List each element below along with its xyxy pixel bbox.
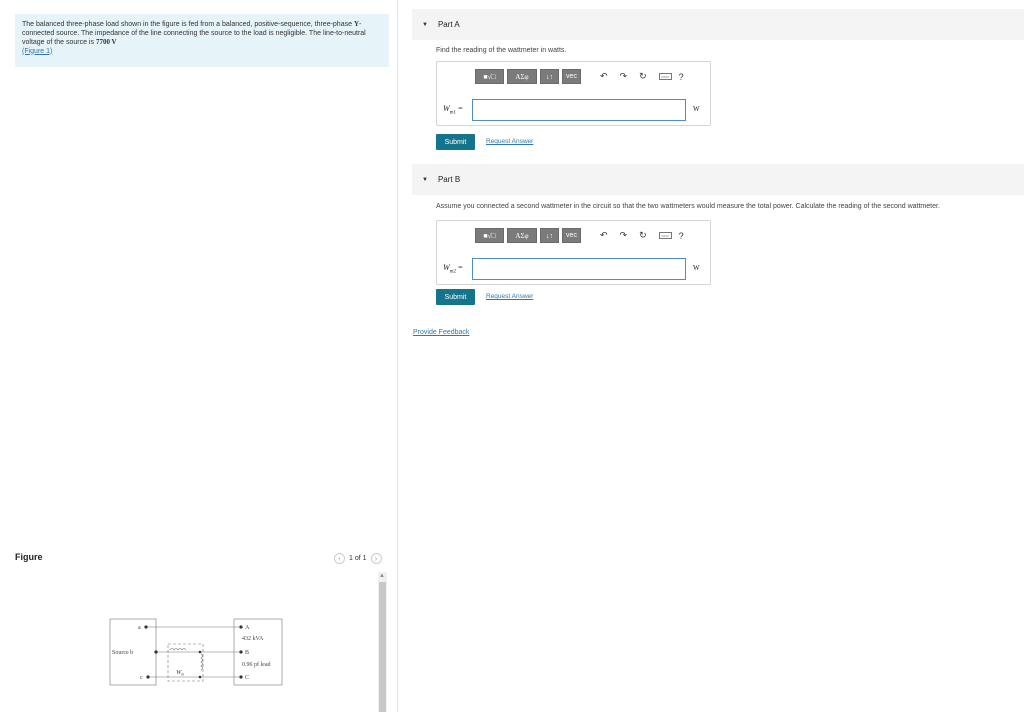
math-toolbar: ■√□ ΑΣφ ↓↑ vec ↶ ↷ ↻ ▭▭ ? <box>475 69 684 84</box>
undo-icon[interactable]: ↶ <box>600 71 608 82</box>
figure-pager: ‹ 1 of 1 › <box>334 553 382 564</box>
circuit-diagram: a Source b c A 432 kVA B 0.96 pf lead C … <box>109 618 283 686</box>
reset-icon[interactable]: ↻ <box>639 230 647 241</box>
node-B-label: B <box>245 650 249 656</box>
templates-button[interactable]: ■√□ <box>475 228 504 243</box>
prev-figure-button[interactable]: ‹ <box>334 553 345 564</box>
load-kva-label: 432 kVA <box>242 636 264 642</box>
problem-statement: The balanced three-phase load shown in t… <box>15 14 389 67</box>
redo-icon[interactable]: ↷ <box>620 230 628 241</box>
node-c-label: c <box>140 675 143 681</box>
figure-scrollbar[interactable]: ▲ <box>378 572 387 712</box>
part-a-prompt: Find the reading of the wattmeter in wat… <box>436 47 567 54</box>
source-label: Source b <box>112 650 133 656</box>
help-icon[interactable]: ? <box>679 72 684 82</box>
part-a-header[interactable]: ▼ Part A <box>412 9 1024 40</box>
wm2-unit: W <box>693 264 700 272</box>
provide-feedback-link[interactable]: Provide Feedback <box>413 329 469 336</box>
figure-link[interactable]: (Figure 1) <box>22 48 52 55</box>
part-b-header[interactable]: ▼ Part B <box>412 164 1024 195</box>
part-b-title: Part B <box>437 175 461 184</box>
scroll-thumb[interactable] <box>379 582 386 712</box>
figure-page-count: 1 of 1 <box>349 555 367 562</box>
wm2-answer-input[interactable] <box>472 258 686 280</box>
greek-symbols-button[interactable]: ΑΣφ <box>507 69 537 84</box>
wm1-answer-input[interactable] <box>472 99 686 121</box>
collapse-triangle-icon[interactable]: ▼ <box>422 177 428 183</box>
node-C-label: C <box>245 675 249 681</box>
column-divider <box>397 0 398 712</box>
templates-button[interactable]: ■√□ <box>475 69 504 84</box>
load-pf-label: 0.96 pf lead <box>242 661 271 668</box>
vector-button[interactable]: vec <box>562 228 581 243</box>
wattmeter-label: Wm <box>176 669 184 677</box>
part-b-answer-box: ■√□ ΑΣφ ↓↑ vec ↶ ↷ ↻ ▭▭ ? Wm2 = W <box>436 220 711 285</box>
help-icon[interactable]: ? <box>679 231 684 241</box>
next-figure-button[interactable]: › <box>370 553 382 564</box>
part-a-answer-box: ■√□ ΑΣφ ↓↑ vec ↶ ↷ ↻ ▭▭ ? Wm1 = W <box>436 61 711 126</box>
part-a-title: Part A <box>437 20 460 29</box>
collapse-triangle-icon[interactable]: ▼ <box>422 22 428 28</box>
part-a-request-answer-link[interactable]: Request Answer <box>486 138 533 145</box>
scroll-up-icon[interactable]: ▲ <box>379 573 385 579</box>
part-a-submit-button[interactable]: Submit <box>436 134 475 150</box>
vector-button[interactable]: vec <box>562 69 581 84</box>
subscript-button[interactable]: ↓↑ <box>540 69 559 84</box>
undo-icon[interactable]: ↶ <box>600 230 608 241</box>
wm1-label: Wm1 = <box>443 104 463 116</box>
node-A-label: A <box>245 625 250 631</box>
part-b-submit-button[interactable]: Submit <box>436 289 475 305</box>
part-b-request-answer-link[interactable]: Request Answer <box>486 293 533 300</box>
figure-heading: Figure <box>15 552 43 562</box>
node-a-label: a <box>138 625 141 631</box>
reset-icon[interactable]: ↻ <box>639 71 647 82</box>
subscript-button[interactable]: ↓↑ <box>540 228 559 243</box>
math-toolbar: ■√□ ΑΣφ ↓↑ vec ↶ ↷ ↻ ▭▭ ? <box>475 228 684 243</box>
wm2-label: Wm2 = <box>443 263 463 275</box>
keyboard-icon[interactable]: ▭▭ <box>658 73 672 80</box>
keyboard-icon[interactable]: ▭▭ <box>658 232 672 239</box>
problem-text-1: The balanced three-phase load shown in t… <box>22 21 354 28</box>
greek-symbols-button[interactable]: ΑΣφ <box>507 228 537 243</box>
redo-icon[interactable]: ↷ <box>620 71 628 82</box>
source-voltage: 7700 V <box>95 38 117 46</box>
part-b-prompt: Assume you connected a second wattmeter … <box>436 203 940 210</box>
wm1-unit: W <box>693 105 700 113</box>
